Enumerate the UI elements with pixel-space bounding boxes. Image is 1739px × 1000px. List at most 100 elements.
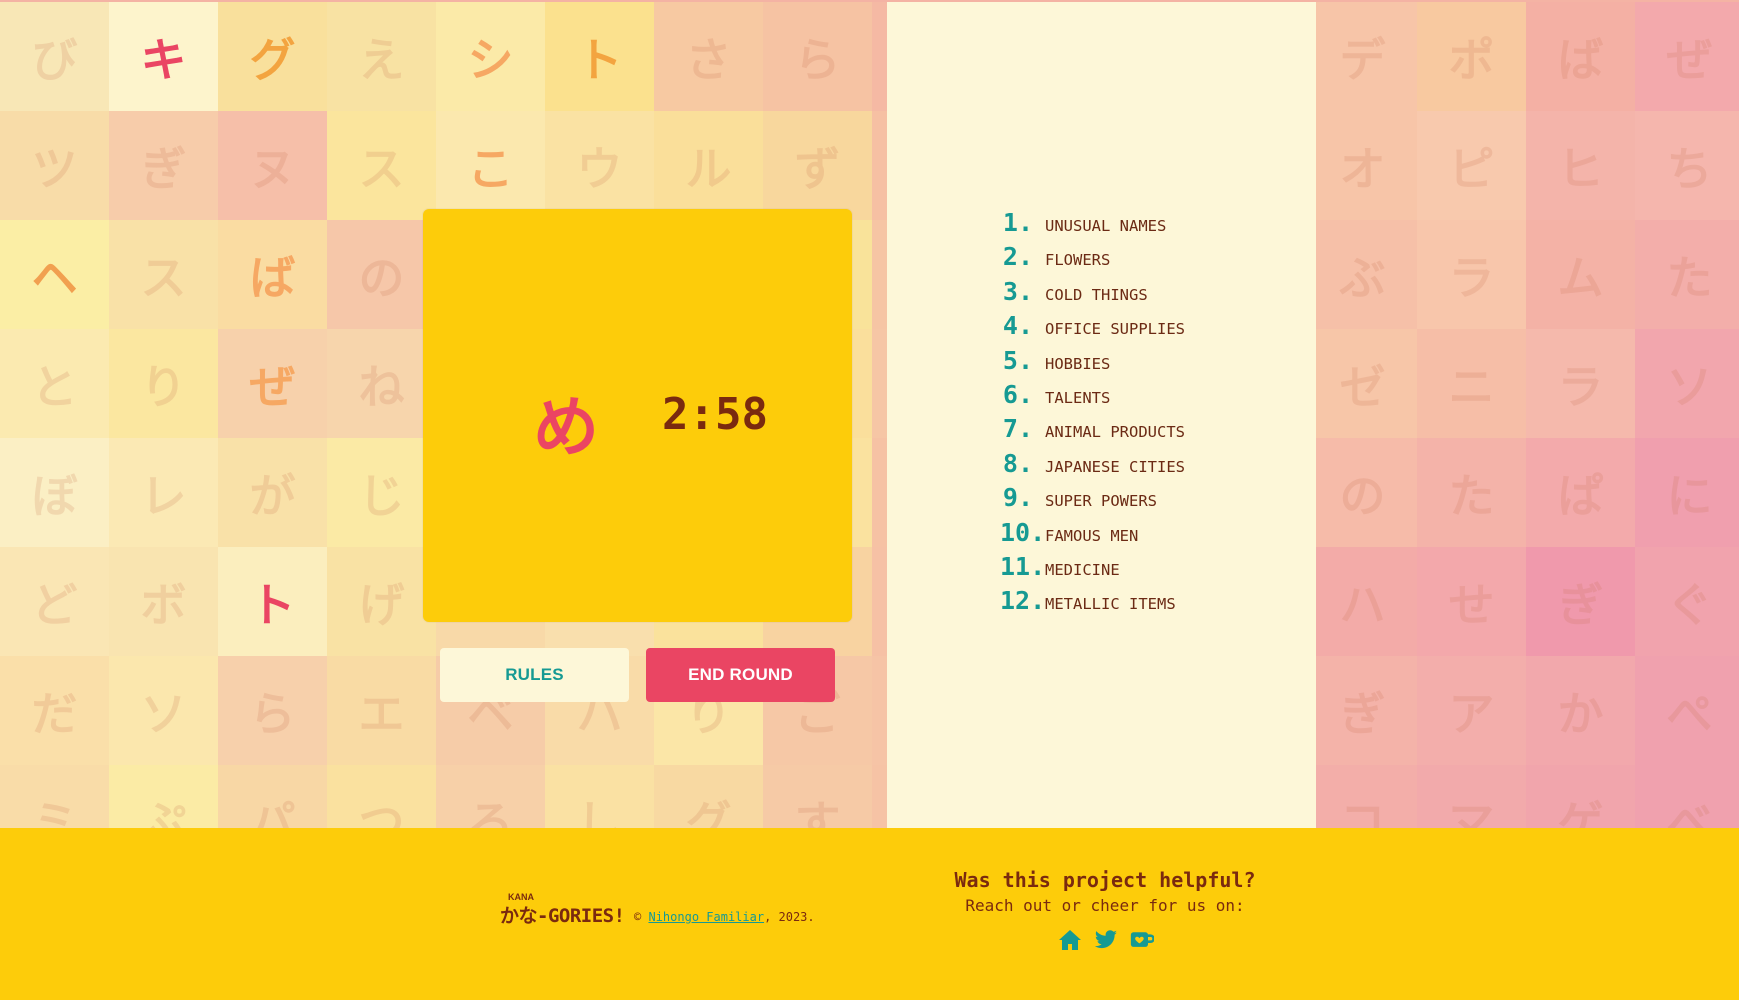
kana-tile: ボ xyxy=(109,547,218,656)
category-number: 4. xyxy=(1002,311,1033,341)
category-number: 5. xyxy=(1002,345,1033,375)
kana-tile: ル xyxy=(654,111,763,220)
category-number: 3. xyxy=(1002,276,1033,306)
kana-tile: ぱ xyxy=(1526,438,1635,547)
kana-tile: ラ xyxy=(1526,329,1635,438)
kana-tile: ソ xyxy=(1635,329,1739,438)
current-kana: め xyxy=(533,389,599,466)
kana-tile: グ xyxy=(218,2,327,111)
category-item: 10. FAMOUS MEN xyxy=(1000,518,1185,552)
category-item: 11. MEDICINE xyxy=(1000,552,1185,586)
kana-tile: ミ xyxy=(0,765,109,828)
kana-tile: ピ xyxy=(1417,111,1526,220)
kana-tile: キ xyxy=(109,2,218,111)
copyright-symbol: © xyxy=(634,910,642,924)
category-number: 6. xyxy=(1002,379,1033,409)
nihongo-familiar-link[interactable]: Nihongo Familiar xyxy=(648,910,764,924)
kana-tile: ぜ xyxy=(1635,2,1739,111)
category-number: 7. xyxy=(1002,414,1033,444)
helpful-subtext: Reach out or cheer for us on: xyxy=(965,896,1245,915)
kana-tile: え xyxy=(327,2,436,111)
kana-tile-background: びキグえシトさらデポばぜツぎヌスこウルずオピヒちヘスばのぶラムたとりぜねゼニラソ… xyxy=(0,2,1739,828)
category-item: 1. UNUSUAL NAMES xyxy=(1000,208,1185,242)
kana-tile: ら xyxy=(763,2,872,111)
twitter-icon[interactable] xyxy=(1094,928,1118,952)
category-item: 5. HOBBIES xyxy=(1000,346,1185,380)
copyright-year: , 2023. xyxy=(764,910,815,924)
kana-tile: ず xyxy=(763,111,872,220)
kana-tile: ち xyxy=(1635,111,1739,220)
category-item: 2. FLOWERS xyxy=(1000,242,1185,276)
kana-tile: に xyxy=(1635,438,1739,547)
copyright-line: © Nihongo Familiar, 2023. xyxy=(634,910,815,924)
category-label: FLOWERS xyxy=(1045,251,1111,270)
category-item: 4. OFFICE SUPPLIES xyxy=(1000,311,1185,345)
kana-tile: グ xyxy=(654,765,763,828)
category-label: METALLIC ITEMS xyxy=(1045,595,1176,614)
kana-tile: ス xyxy=(109,220,218,329)
rules-button[interactable]: RULES xyxy=(440,648,629,702)
kana-tile: ヌ xyxy=(218,111,327,220)
kana-tile: ポ xyxy=(1417,2,1526,111)
kana-tile: コ xyxy=(1308,765,1417,828)
kana-tile: か xyxy=(1526,656,1635,765)
category-label: JAPANESE CITIES xyxy=(1045,457,1185,476)
kana-tile: デ xyxy=(1308,2,1417,111)
home-icon[interactable] xyxy=(1058,928,1082,952)
kana-tile: レ xyxy=(109,438,218,547)
category-item: 6. TALENTS xyxy=(1000,380,1185,414)
kana-tile: り xyxy=(109,329,218,438)
kana-tile: べ xyxy=(1635,765,1739,828)
social-links xyxy=(1058,928,1154,952)
kana-tile: し xyxy=(545,765,654,828)
kana-tile: ハ xyxy=(1308,547,1417,656)
category-item: 7. ANIMAL PRODUCTS xyxy=(1000,414,1185,448)
kana-tile: ぼ xyxy=(0,438,109,547)
kana-tile: ト xyxy=(545,2,654,111)
category-item: 9. SUPER POWERS xyxy=(1000,483,1185,517)
category-label: ANIMAL PRODUCTS xyxy=(1045,423,1185,442)
helpful-heading: Was this project helpful? xyxy=(954,868,1256,892)
kana-tile: こ xyxy=(436,111,545,220)
category-label: TALENTS xyxy=(1045,388,1111,407)
kana-tile: ヘ xyxy=(0,220,109,329)
category-number: 1. xyxy=(1002,208,1033,237)
category-number: 10. xyxy=(1000,517,1046,547)
kana-tile: ツ xyxy=(0,111,109,220)
kana-tile: た xyxy=(1417,438,1526,547)
kana-tile: げ xyxy=(327,547,436,656)
category-item: 8. JAPANESE CITIES xyxy=(1000,449,1185,483)
kana-tile: ス xyxy=(327,111,436,220)
round-timer: 2:58 xyxy=(662,389,768,440)
kana-tile: ア xyxy=(1417,656,1526,765)
category-label: MEDICINE xyxy=(1045,560,1120,579)
kana-tile: ろ xyxy=(436,765,545,828)
kana-tile: マ xyxy=(1417,765,1526,828)
kana-tile: ば xyxy=(1526,2,1635,111)
category-label: FAMOUS MEN xyxy=(1045,526,1139,545)
kana-tile: ウ xyxy=(545,111,654,220)
kana-tile: ゲ xyxy=(1526,765,1635,828)
kana-tile: ぶ xyxy=(1308,220,1417,329)
kana-tile: の xyxy=(1308,438,1417,547)
category-number: 11. xyxy=(1000,551,1046,581)
kana-tile: せ xyxy=(1417,547,1526,656)
kana-tile: ゼ xyxy=(1308,329,1417,438)
footer xyxy=(0,828,1739,1000)
kofi-cup-icon[interactable] xyxy=(1130,928,1154,952)
end-round-button[interactable]: END ROUND xyxy=(646,648,835,702)
kana-tile: だ xyxy=(0,656,109,765)
kana-tile: ム xyxy=(1526,220,1635,329)
category-list: 1. UNUSUAL NAMES 2. FLOWERS 3. COLD THINGS 4. O… xyxy=(1000,208,1185,621)
kana-tile: ぜ xyxy=(218,329,327,438)
category-number: 8. xyxy=(1002,448,1033,478)
kana-tile: つ xyxy=(327,765,436,828)
kana-tile: と xyxy=(0,329,109,438)
kana-tile: ぺ xyxy=(1635,656,1739,765)
category-label: UNUSUAL NAMES xyxy=(1045,217,1167,235)
kana-tile: さ xyxy=(654,2,763,111)
kana-tile: シ xyxy=(436,2,545,111)
category-number: 2. xyxy=(1002,242,1033,272)
site-logo[interactable]: かな-GORIES! xyxy=(500,901,625,928)
category-label: SUPER POWERS xyxy=(1045,492,1157,511)
